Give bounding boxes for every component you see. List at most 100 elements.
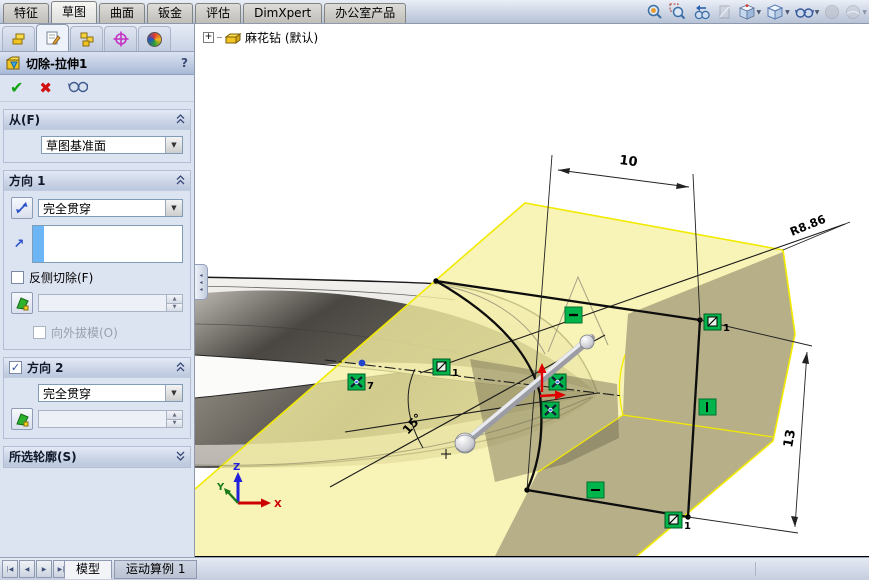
view-orientation-icon[interactable]: ▼ xyxy=(738,3,762,21)
end-condition2-value: 完全贯穿 xyxy=(39,385,165,402)
heads-up-view-toolbar: ▼ ▼ ▼ ▼ xyxy=(646,2,868,22)
rod-end-ball[interactable] xyxy=(455,433,475,453)
nav-prev-icon[interactable]: ◀ xyxy=(19,560,35,578)
graphics-viewport[interactable]: + 麻花钻 (默认) ◂◂◂ xyxy=(195,24,869,557)
dimxpert-tab[interactable] xyxy=(104,26,137,51)
draft-angle2-spinner[interactable]: ▲▼ xyxy=(38,410,183,428)
relation-vertical-icon[interactable] xyxy=(699,399,716,415)
command-manager-bar: 特征 草图 曲面 钣金 评估 DimXpert 办公室产品 ▼ xyxy=(0,0,869,24)
zoom-to-area-icon[interactable] xyxy=(669,3,687,21)
start-condition-value: 草图基准面 xyxy=(42,137,165,154)
feature-tree-root: + 麻花钻 (默认) xyxy=(203,29,318,46)
draft-angle-spinner[interactable]: ▲▼ xyxy=(38,294,183,312)
group-direction1-label: 方向 1 xyxy=(9,172,46,189)
draft-button[interactable] xyxy=(11,408,33,430)
solidworks-window: 特征 草图 曲面 钣金 评估 DimXpert 办公室产品 ▼ xyxy=(0,0,869,580)
apply-scene-icon[interactable]: ▼ xyxy=(845,4,867,20)
group-selected-contours: 所选轮廓(S) xyxy=(3,446,191,468)
group-direction1-header[interactable]: 方向 1 xyxy=(4,171,190,191)
help-icon[interactable]: ? xyxy=(181,56,188,70)
end-condition1-dropdown[interactable]: 完全贯穿 ▼ xyxy=(38,199,183,217)
group-selected-contours-header[interactable]: 所选轮廓(S) xyxy=(4,447,190,467)
collapse-chevron-icon[interactable] xyxy=(176,361,185,375)
tab-motion-study[interactable]: 运动算例 1 xyxy=(114,560,197,579)
spin-up-icon[interactable]: ▲ xyxy=(167,295,182,304)
property-manager-panel: 切除-拉伸1 ? ✔ ✖ 从(F) 草图基准面 ▼ xyxy=(0,24,195,557)
tab-office-products[interactable]: 办公室产品 xyxy=(324,3,406,23)
feature-manager-tab[interactable] xyxy=(2,26,35,51)
collapse-chevron-icon[interactable] xyxy=(176,174,185,188)
draft-angle-value xyxy=(39,295,166,311)
end-condition2-dropdown[interactable]: 完全贯穿 ▼ xyxy=(38,384,183,402)
flip-side-label: 反侧切除(F) xyxy=(29,269,93,286)
pierce-count: 7 xyxy=(367,381,374,392)
direction-arrow-icon: ↗ xyxy=(11,237,27,252)
configuration-manager-tab[interactable] xyxy=(70,26,103,51)
sketch-point[interactable] xyxy=(359,360,366,367)
detailed-preview-button[interactable] xyxy=(68,80,88,96)
spin-up-icon[interactable]: ▲ xyxy=(167,411,182,420)
section-view-icon[interactable] xyxy=(716,3,733,21)
nav-next-icon[interactable]: ▶ xyxy=(36,560,52,578)
relation-horizontal-icon[interactable] xyxy=(587,482,604,498)
selection-highlight-strip xyxy=(33,226,44,262)
display-style-icon[interactable]: ▼ xyxy=(766,3,790,21)
triad-y-label: Y xyxy=(216,482,225,493)
panel-title: 切除-拉伸1 xyxy=(26,55,87,72)
dim-width-text[interactable]: 10 xyxy=(619,153,639,170)
feature-property-header: 切除-拉伸1 ? xyxy=(0,52,194,75)
tab-evaluate[interactable]: 评估 xyxy=(195,3,241,23)
dimension-radius[interactable]: R8.86 xyxy=(783,212,850,250)
tree-expand-icon[interactable]: + xyxy=(203,32,214,43)
reverse-direction-button[interactable] xyxy=(11,197,33,219)
rod-top-ball[interactable] xyxy=(580,335,594,349)
tree-root-label[interactable]: 麻花钻 (默认) xyxy=(245,29,318,46)
dropdown-arrow-icon[interactable]: ▼ xyxy=(165,137,182,153)
tab-dimxpert[interactable]: DimXpert xyxy=(243,3,322,23)
draft-outward-checkbox[interactable] xyxy=(33,326,46,339)
panel-splitter-handle[interactable]: ◂◂◂ xyxy=(195,264,208,300)
cancel-button[interactable]: ✖ xyxy=(39,81,52,96)
group-from: 从(F) 草图基准面 ▼ xyxy=(3,109,191,163)
part-icon xyxy=(225,31,242,45)
flip-side-checkbox[interactable] xyxy=(11,271,24,284)
start-condition-dropdown[interactable]: 草图基准面 ▼ xyxy=(41,136,183,154)
hide-show-items-icon[interactable]: ▼ xyxy=(795,4,820,20)
edit-appearance-icon[interactable] xyxy=(824,4,840,20)
relation-horizontal-icon[interactable] xyxy=(565,307,582,323)
study-nav-buttons: |◀ ◀ ▶ ▶| xyxy=(2,560,69,578)
end-condition1-value: 完全贯穿 xyxy=(39,200,165,217)
panel-action-row: ✔ ✖ xyxy=(0,75,194,102)
relation-count: 1 xyxy=(723,323,730,334)
color-wheel-icon xyxy=(147,32,162,47)
direction1-selection-box[interactable] xyxy=(32,225,183,263)
direction2-checkbox[interactable]: ✓ xyxy=(9,361,22,374)
dim-radius-text[interactable]: R8.86 xyxy=(788,212,828,239)
expand-chevron-icon[interactable] xyxy=(176,450,185,464)
dim-height-text[interactable]: 13 xyxy=(781,428,799,448)
relation-pierce-icon[interactable] xyxy=(549,374,566,390)
draft-button[interactable] xyxy=(11,292,33,314)
tab-sketch[interactable]: 草图 xyxy=(51,1,97,23)
dropdown-arrow-icon[interactable]: ▼ xyxy=(165,385,182,401)
nav-first-icon[interactable]: |◀ xyxy=(2,560,18,578)
spin-down-icon[interactable]: ▼ xyxy=(167,304,182,312)
property-manager-tab[interactable] xyxy=(36,24,69,51)
group-direction2-header[interactable]: ✓ 方向 2 xyxy=(4,358,190,378)
group-from-header[interactable]: 从(F) xyxy=(4,110,190,130)
tab-sheet-metal[interactable]: 钣金 xyxy=(147,3,193,23)
previous-view-icon[interactable] xyxy=(692,3,711,21)
zoom-to-fit-icon[interactable] xyxy=(646,3,664,21)
collapse-chevron-icon[interactable] xyxy=(176,113,185,127)
status-divider xyxy=(755,562,756,576)
appearances-tab[interactable] xyxy=(138,26,171,51)
tab-features[interactable]: 特征 xyxy=(3,3,49,23)
relation-pierce-icon[interactable] xyxy=(542,402,559,418)
tab-surfaces[interactable]: 曲面 xyxy=(99,3,145,23)
draft-outward-label: 向外拔模(O) xyxy=(51,324,118,341)
dropdown-arrow-icon[interactable]: ▼ xyxy=(165,200,182,216)
spin-down-icon[interactable]: ▼ xyxy=(167,420,182,428)
tab-model[interactable]: 模型 xyxy=(64,560,112,579)
status-bar: |◀ ◀ ▶ ▶| 模型 运动算例 1 xyxy=(0,557,869,580)
ok-button[interactable]: ✔ xyxy=(10,80,23,96)
